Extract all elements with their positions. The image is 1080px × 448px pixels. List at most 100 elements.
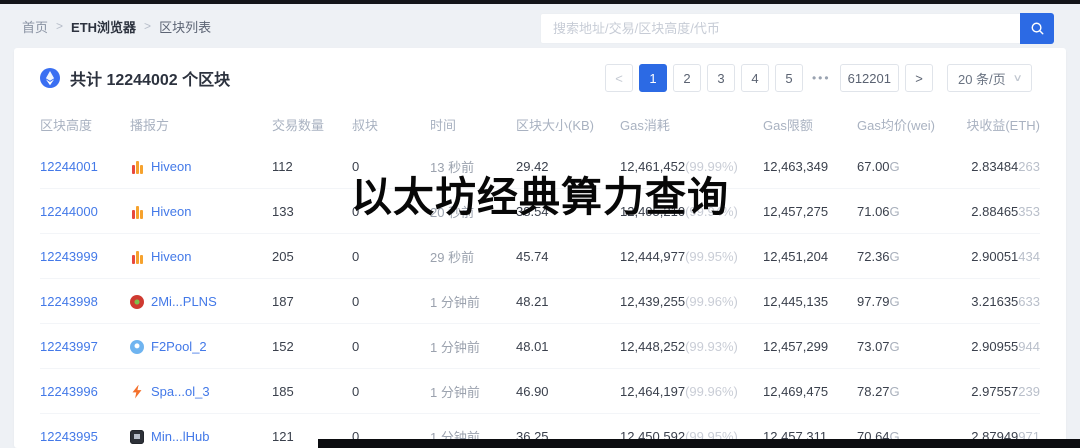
block-size: 48.01 <box>516 323 620 369</box>
miner-link[interactable]: Hiveon <box>151 204 191 219</box>
block-time: 29 秒前 <box>430 233 516 279</box>
2miners-icon <box>130 294 144 309</box>
tx-count: 205 <box>272 233 352 279</box>
block-reward: 2.90051434 <box>957 233 1040 279</box>
uncle-count: 0 <box>352 278 430 324</box>
block-height-link[interactable]: 12243996 <box>40 384 98 399</box>
gas-limit: 12,463,349 <box>763 144 857 189</box>
pagination: < 1 2 3 4 5 ••• 612201 > 20 条/页 ∨ <box>604 64 1032 92</box>
breadcrumb: 首页 > ETH浏览器 > 区块列表 <box>22 17 211 36</box>
page-size-value: 20 条/页 <box>957 71 1006 87</box>
search-input[interactable] <box>540 13 1020 44</box>
gas-used-percent: (99.96%) <box>685 384 738 399</box>
pagination-ellipsis[interactable]: ••• <box>809 71 834 85</box>
breadcrumb-home[interactable]: 首页 <box>22 17 48 36</box>
pagination-page-5[interactable]: 5 <box>774 64 803 92</box>
block-time: 1 分钟前 <box>430 323 516 369</box>
pagination-page-4[interactable]: 4 <box>740 64 769 92</box>
search-icon <box>1030 21 1045 36</box>
uncle-count: 0 <box>352 368 430 414</box>
pagination-page-2[interactable]: 2 <box>672 64 701 92</box>
gas-limit: 12,457,275 <box>763 188 857 234</box>
pagination-last-page[interactable]: 612201 <box>839 64 899 92</box>
miner-link[interactable]: Min...lHub <box>151 429 210 444</box>
tx-count: 133 <box>272 188 352 234</box>
gas-limit: 12,445,135 <box>763 278 857 324</box>
block-reward: 2.88465353 <box>957 188 1040 234</box>
sparkpool-lightning-icon <box>132 384 142 399</box>
uncle-count: 0 <box>352 233 430 279</box>
gas-price: 73.07G <box>857 323 957 369</box>
search-button[interactable] <box>1020 13 1054 44</box>
gas-used: 12,439,255(99.96%) <box>620 278 763 324</box>
breadcrumb-separator: > <box>144 19 152 33</box>
table-row: 12243999 Hiveon 205 0 29 秒前 45.74 12,444… <box>40 233 1040 279</box>
pagination-prev-button[interactable]: < <box>604 64 633 92</box>
pagination-next-button[interactable]: > <box>904 64 933 92</box>
page-title: 共计 12244002 个区块 <box>70 72 231 89</box>
gas-used-percent: (99.93%) <box>685 339 738 354</box>
pagination-page-1[interactable]: 1 <box>638 64 667 92</box>
block-time: 1 分钟前 <box>430 368 516 414</box>
gas-price: 67.00G <box>857 144 957 189</box>
gas-price: 78.27G <box>857 368 957 414</box>
block-table: 区块高度 播报方 交易数量 叔块 时间 区块大小(KB) Gas消耗 Gas限额… <box>40 106 1040 448</box>
block-reward: 2.97557239 <box>957 368 1040 414</box>
f2pool-icon <box>130 339 144 354</box>
hiveon-icon <box>130 250 144 264</box>
col-block-reward: 块收益(ETH) <box>966 118 1040 133</box>
pagination-page-3[interactable]: 3 <box>706 64 735 92</box>
tx-count: 152 <box>272 323 352 369</box>
breadcrumb-bar: 首页 > ETH浏览器 > 区块列表 <box>0 4 1080 48</box>
col-uncles: 叔块 <box>352 118 379 133</box>
miner-link[interactable]: F2Pool_2 <box>151 339 207 354</box>
block-reward: 2.83484263 <box>957 144 1040 189</box>
hiveon-icon <box>130 205 144 219</box>
table-row: 12243997 F2Pool_2 152 0 1 分钟前 48.01 12,4… <box>40 323 1040 369</box>
block-size: 46.90 <box>516 368 620 414</box>
col-block-size: 区块大小(KB) <box>516 118 595 133</box>
col-gas-limit: Gas限额 <box>763 118 813 133</box>
block-size: 48.21 <box>516 278 620 324</box>
gas-used-percent: (99.95%) <box>685 249 738 264</box>
chevron-down-icon: ∨ <box>1012 72 1023 84</box>
col-gas-used: Gas消耗 <box>620 118 670 133</box>
block-height-link[interactable]: 12244000 <box>40 204 98 219</box>
tx-count: 187 <box>272 278 352 324</box>
table-row: 12243996 Spa...ol_3 185 0 1 分钟前 46.90 12… <box>40 368 1040 414</box>
miner-link[interactable]: Spa...ol_3 <box>151 384 210 399</box>
col-gas-price: Gas均价(wei) <box>857 118 936 133</box>
page-size-select[interactable]: 20 条/页 ∨ <box>946 64 1032 92</box>
watermark-text: 以太坊经典算力查询 <box>351 174 729 220</box>
hiveon-icon <box>130 160 144 174</box>
uncle-count: 0 <box>352 323 430 369</box>
card-header: 共计 12244002 个区块 < 1 2 3 4 5 ••• 612201 >… <box>14 48 1066 106</box>
bottom-black-bar <box>318 439 1080 448</box>
col-miner: 播报方 <box>130 118 170 133</box>
miner-link[interactable]: Hiveon <box>151 159 191 174</box>
block-reward: 3.21635633 <box>957 278 1040 324</box>
block-height-link[interactable]: 12243997 <box>40 339 98 354</box>
tx-count: 185 <box>272 368 352 414</box>
block-reward: 2.90955944 <box>957 323 1040 369</box>
table-header-row: 区块高度 播报方 交易数量 叔块 时间 区块大小(KB) Gas消耗 Gas限额… <box>40 106 1040 144</box>
eth-logo-icon <box>40 68 60 88</box>
breadcrumb-eth-explorer[interactable]: ETH浏览器 <box>71 17 136 36</box>
block-height-link[interactable]: 12243995 <box>40 429 98 444</box>
block-height-link[interactable]: 12243998 <box>40 294 98 309</box>
mininghub-icon <box>130 429 144 444</box>
breadcrumb-separator: > <box>56 19 64 33</box>
miner-link[interactable]: Hiveon <box>151 249 191 264</box>
miner-link[interactable]: 2Mi...PLNS <box>151 294 217 309</box>
gas-price: 97.79G <box>857 278 957 324</box>
block-height-link[interactable]: 12244001 <box>40 159 98 174</box>
gas-used: 12,444,977(99.95%) <box>620 233 763 279</box>
gas-price: 72.36G <box>857 233 957 279</box>
col-tx-count: 交易数量 <box>272 118 325 133</box>
block-height-link[interactable]: 12243999 <box>40 249 98 264</box>
table-row: 12243998 2Mi...PLNS 187 0 1 分钟前 48.21 12… <box>40 278 1040 324</box>
search-bar <box>540 13 1054 44</box>
block-list-card: 共计 12244002 个区块 < 1 2 3 4 5 ••• 612201 >… <box>14 48 1066 448</box>
gas-price: 71.06G <box>857 188 957 234</box>
gas-limit: 12,451,204 <box>763 233 857 279</box>
